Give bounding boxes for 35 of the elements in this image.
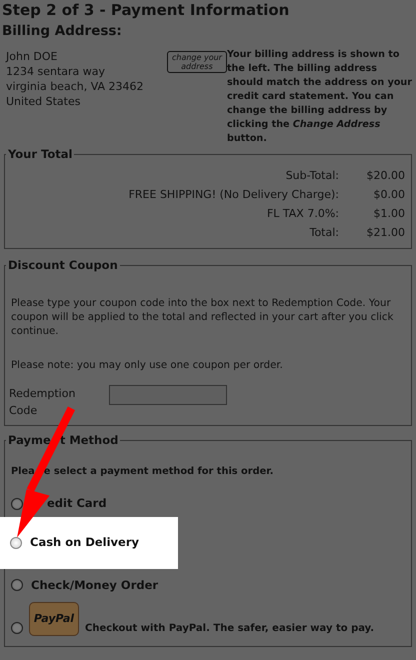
address-line: virginia beach, VA 23462 (6, 79, 145, 94)
payment-prompt: e select a payment method for this order. (44, 465, 274, 480)
total-value: $0.00 (372, 186, 405, 203)
total-value: $21.00 (366, 224, 405, 241)
redemption-code-field[interactable] (109, 384, 227, 405)
paypal-logo: PayPal (29, 602, 79, 636)
option-label: Check/Money Order (31, 576, 158, 594)
coupon-instructions: Please type your coupon code into the box next to Redemption Code. Your coupon will be applied to the total and reflected in your cart after you click continue. (11, 296, 394, 339)
fieldset-legend: t Method (60, 434, 118, 448)
fieldset-legend: Your Total (6, 148, 74, 162)
option-label: edit Card (47, 495, 107, 512)
total-label: Sub-Total: (284, 168, 339, 184)
option-label: Checkout with PayPal. The safer, easier way to pay. (85, 622, 374, 636)
fieldset-legend: Discount Coupon (6, 258, 120, 273)
change-address-button[interactable]: change your address (166, 51, 227, 73)
total-label: Total: (308, 224, 339, 241)
billing-note: Your billing address is shown to the left. The billing address should match the address on your credit card statement. You can change the billing address by clicking the Change Address button. (226, 48, 412, 146)
fieldset-legend: Payme (8, 434, 51, 448)
radio-button[interactable] (10, 536, 22, 549)
page-title: Step 2 of 3 - Payment Information (2, 0, 290, 21)
address-line: 1234 sentara way (6, 64, 106, 79)
total-value: $20.00 (366, 168, 405, 184)
radio-button[interactable] (11, 622, 23, 634)
radio-button[interactable] (11, 579, 23, 592)
total-label: FREE SHIPPING! (No Delivery Charge): (128, 186, 339, 203)
field-label: Redemption Code (9, 386, 76, 419)
address-line: John DOE (6, 49, 58, 64)
radio-button[interactable] (11, 498, 23, 510)
option-label: Cash on Delivery (30, 534, 140, 552)
total-value: $1.00 (372, 206, 405, 222)
total-label: FL TAX 7.0%: (266, 206, 339, 222)
payment-prompt: Plea (11, 465, 35, 480)
section-heading: Billing Address: (2, 22, 123, 41)
coupon-note: Please note: you may only use one coupon per order. (11, 358, 284, 373)
address-line: United States (6, 94, 82, 109)
